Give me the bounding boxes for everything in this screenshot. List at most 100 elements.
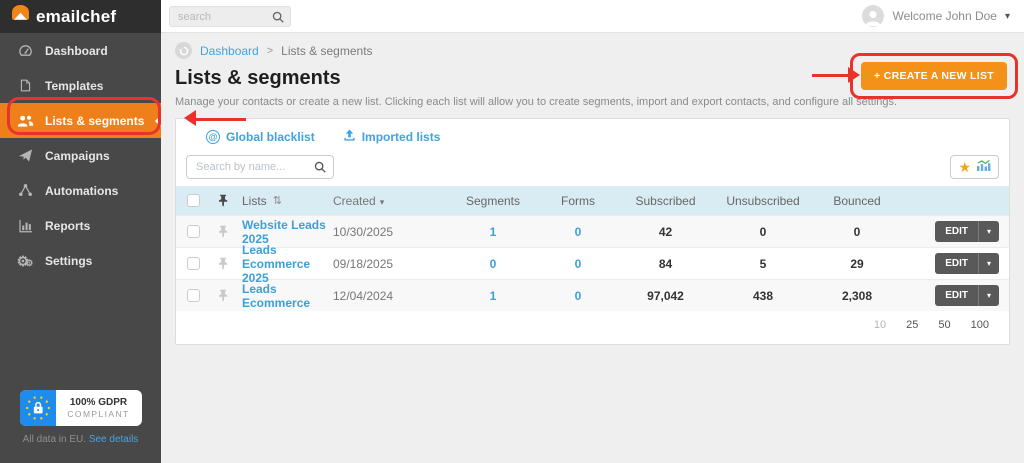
gdpr-badge: 100% GDPR COMPLIANT [20, 390, 142, 426]
brand-name: emailchef [36, 7, 116, 27]
list-name-link[interactable]: Leads Ecommerce [242, 282, 333, 310]
created-cell: 12/04/2024 [333, 289, 448, 303]
created-cell: 10/30/2025 [333, 225, 448, 239]
sidebar-item-automations[interactable]: Automations [0, 173, 161, 208]
bar-chart-icon [16, 218, 34, 233]
bounced-cell: 0 [813, 225, 901, 239]
logo-bar: emailchef [0, 0, 161, 33]
sidebar-item-campaigns[interactable]: Campaigns [0, 138, 161, 173]
forms-count-link[interactable]: 0 [575, 289, 582, 303]
sidebar-item-settings[interactable]: ⚙⚙ Settings [0, 243, 161, 278]
page-size-100[interactable]: 100 [971, 319, 989, 331]
sidebar-item-lists-segments[interactable]: Lists & segments [0, 103, 161, 138]
annotation-arrow-create [812, 74, 848, 77]
forms-count-link[interactable]: 0 [575, 257, 582, 271]
lists-panel: @ Global blacklist Imported lists ★ [175, 118, 1010, 345]
segments-count-link[interactable]: 1 [490, 225, 497, 239]
sidebar-item-dashboard[interactable]: Dashboard [0, 33, 161, 68]
header-forms: Forms [538, 194, 618, 208]
bounced-cell: 2,308 [813, 289, 901, 303]
list-search-input[interactable] [187, 156, 333, 178]
sort-icon[interactable]: ⇅ [273, 194, 282, 207]
pin-icon[interactable] [210, 289, 236, 302]
upload-icon [343, 129, 356, 145]
favorites-stats-button[interactable]: ★ [950, 155, 999, 179]
star-icon: ★ [958, 160, 971, 174]
gdpr-line2: COMPLIANT [67, 409, 129, 419]
segments-count-link[interactable]: 0 [490, 257, 497, 271]
chevron-down-icon: ▾ [1005, 11, 1010, 22]
header-created[interactable]: Created [333, 194, 376, 208]
edit-dropdown-button[interactable]: ▾ [978, 221, 999, 242]
main-content: Dashboard > Lists & segments Lists & seg… [161, 34, 1024, 463]
history-icon [175, 42, 192, 59]
select-all-checkbox[interactable] [187, 194, 200, 207]
gdpr-line1: 100% GDPR [70, 397, 127, 408]
unsubscribed-cell: 438 [713, 289, 813, 303]
search-icon[interactable] [313, 160, 327, 179]
edit-button[interactable]: EDIT [935, 221, 978, 242]
list-name-link[interactable]: Website Leads 2025 [242, 218, 333, 246]
edit-dropdown-button[interactable]: ▾ [978, 285, 999, 306]
gauge-icon [16, 43, 34, 58]
unsubscribed-cell: 0 [713, 225, 813, 239]
table-header: Lists ⇅ Created▾ Segments Forms Subscrib… [176, 186, 1009, 215]
subscribed-cell: 84 [618, 257, 713, 271]
edit-dropdown-button[interactable]: ▾ [978, 253, 999, 274]
emailchef-logo-icon [10, 4, 31, 29]
sidebar-item-label: Automations [45, 184, 118, 198]
sidebar-item-label: Dashboard [45, 44, 108, 58]
panel-links: @ Global blacklist Imported lists [176, 119, 1009, 153]
eu-lock-icon [20, 390, 56, 426]
segments-count-link[interactable]: 1 [490, 289, 497, 303]
sidebar-item-reports[interactable]: Reports [0, 208, 161, 243]
create-new-list-button[interactable]: + CREATE A NEW LIST [861, 62, 1007, 90]
sitemap-icon [16, 183, 34, 198]
subscribed-cell: 97,042 [618, 289, 713, 303]
mini-chart-icon [976, 159, 991, 175]
annotation-box-create: + CREATE A NEW LIST [850, 53, 1018, 99]
annotation-arrow-create-head [848, 67, 868, 83]
header-bounced: Bounced [813, 194, 901, 208]
sidebar-nav: Dashboard Templates Lists & segments Cam… [0, 33, 161, 278]
user-menu[interactable]: Welcome John Doe ▾ [862, 5, 1024, 27]
sidebar-item-templates[interactable]: Templates [0, 68, 161, 103]
chevron-down-icon: ▾ [380, 197, 385, 207]
edit-button[interactable]: EDIT [935, 253, 978, 274]
unsubscribed-cell: 5 [713, 257, 813, 271]
avatar [862, 5, 884, 27]
pin-icon [210, 194, 236, 207]
welcome-text: Welcome John Doe [892, 9, 997, 23]
page-size-selector: 10 25 50 100 [176, 311, 1009, 331]
row-checkbox[interactable] [187, 289, 200, 302]
page-size-50[interactable]: 50 [938, 319, 950, 331]
header-lists[interactable]: Lists [242, 194, 267, 208]
sidebar-item-label: Lists & segments [45, 114, 144, 128]
edit-button[interactable]: EDIT [935, 285, 978, 306]
row-checkbox[interactable] [187, 257, 200, 270]
annotation-arrow-sidebar [188, 118, 246, 121]
list-name-link[interactable]: Leads Ecommerce 2025 [242, 243, 333, 285]
gdpr-footer: All data in EU. See details [0, 434, 161, 445]
created-cell: 09/18/2025 [333, 257, 448, 271]
search-icon[interactable] [271, 10, 285, 29]
table-row: Leads Ecommerce 12/04/2024 1 0 97,042 43… [176, 279, 1009, 311]
sidebar-item-label: Campaigns [45, 149, 110, 163]
panel-toolbar: ★ [176, 153, 1009, 186]
see-details-link[interactable]: See details [89, 434, 138, 445]
gears-icon: ⚙⚙ [16, 253, 34, 268]
page-size-10[interactable]: 10 [874, 319, 886, 331]
global-blacklist-link[interactable]: @ Global blacklist [206, 130, 315, 144]
row-checkbox[interactable] [187, 225, 200, 238]
pin-icon[interactable] [210, 225, 236, 238]
global-search [169, 6, 291, 27]
forms-count-link[interactable]: 0 [575, 225, 582, 239]
bounced-cell: 29 [813, 257, 901, 271]
list-search [186, 155, 334, 179]
header-unsubscribed: Unsubscribed [713, 194, 813, 208]
imported-lists-link[interactable]: Imported lists [343, 129, 441, 145]
sidebar: emailchef Dashboard Templates Lists & se… [0, 0, 161, 463]
breadcrumb-dashboard-link[interactable]: Dashboard [200, 44, 259, 58]
pin-icon[interactable] [210, 257, 236, 270]
page-size-25[interactable]: 25 [906, 319, 918, 331]
